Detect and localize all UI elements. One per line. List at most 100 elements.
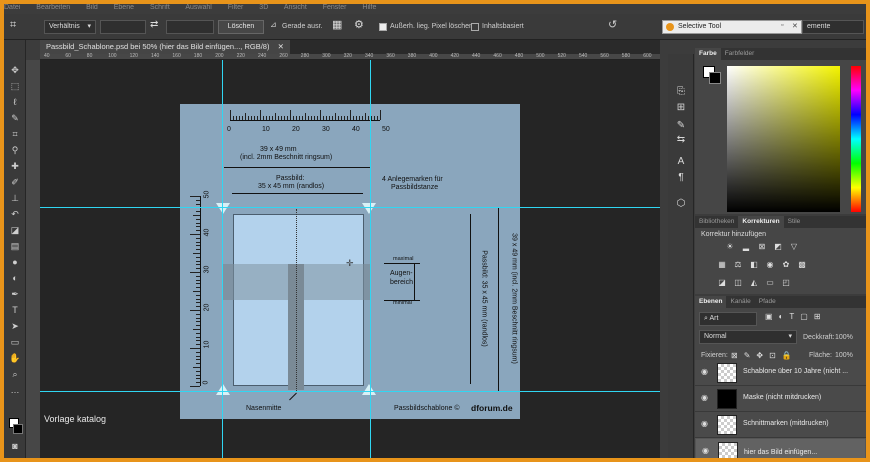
layer-row[interactable]: ◉ Schnittmarken (mitdrucken) — [695, 412, 866, 438]
menu-bearbeiten[interactable]: Bearbeiten — [36, 4, 70, 11]
black-white-icon[interactable]: ◧ — [749, 260, 759, 270]
history-brush-icon[interactable]: ↶ — [8, 208, 22, 220]
undo-icon[interactable]: ↺ — [608, 18, 617, 31]
menu-bild[interactable]: Bild — [86, 4, 98, 11]
eye-icon[interactable]: ◉ — [701, 420, 711, 428]
guide-vertical-1[interactable] — [222, 60, 223, 458]
stamp-tool-icon[interactable]: ⊥ — [8, 192, 22, 204]
opacity-value[interactable]: 100% — [835, 334, 853, 341]
lock-icons[interactable]: ⊠✎✥⊡🔒 — [731, 351, 798, 360]
menu-3d[interactable]: 3D — [259, 4, 268, 11]
vibrance-icon[interactable]: ▽ — [789, 242, 799, 252]
menu-datei[interactable]: Datei — [4, 4, 20, 11]
layer-row[interactable]: ◉ Maske (nicht mitdrucken) — [695, 386, 866, 412]
menu-hilfe[interactable]: Hilfe — [362, 4, 376, 11]
menu-ebene[interactable]: Ebene — [114, 4, 134, 11]
lasso-tool-icon[interactable]: ℓ — [8, 96, 22, 108]
path-select-icon[interactable]: ➤ — [8, 320, 22, 332]
tab-kanaele[interactable]: Kanäle — [726, 296, 754, 308]
brush-panel-icon[interactable]: ✎ — [674, 120, 688, 132]
curves-icon[interactable]: ⊠ — [757, 242, 767, 252]
hue-slider[interactable] — [851, 66, 861, 212]
close-tab-icon[interactable]: ✕ — [278, 42, 284, 51]
layer-filter-icons[interactable]: ▣◐T▢⊞ — [765, 312, 827, 321]
exposure-icon[interactable]: ◩ — [773, 242, 783, 252]
shape-tool-icon[interactable]: ▭ — [8, 336, 22, 348]
clear-button[interactable]: Löschen — [218, 20, 264, 34]
tab-farbfelder[interactable]: Farbfelder — [721, 48, 759, 60]
dodge-tool-icon[interactable]: ◐ — [8, 272, 22, 284]
blend-mode-select[interactable]: Normal ▾ — [699, 330, 797, 344]
character-panel-icon[interactable]: A — [674, 156, 688, 168]
guide-horizontal-2[interactable] — [40, 391, 660, 392]
photo-filter-icon[interactable]: ◉ — [765, 260, 775, 270]
adjustments-panel-icon[interactable]: ⇆ — [674, 134, 688, 146]
channel-mixer-icon[interactable]: ✿ — [781, 260, 791, 270]
color-picker-field[interactable] — [727, 66, 840, 212]
selective-color-icon[interactable]: ◰ — [781, 278, 791, 288]
menu-auswahl[interactable]: Auswahl — [185, 4, 211, 11]
3d-panel-icon[interactable]: ⬡ — [674, 198, 688, 210]
blur-tool-icon[interactable]: ● — [8, 256, 22, 268]
vertical-ruler[interactable] — [26, 60, 40, 458]
color-balance-icon[interactable]: ⚖ — [733, 260, 743, 270]
gradient-tool-icon[interactable]: ▤ — [8, 240, 22, 252]
pen-tool-icon[interactable]: ✒ — [8, 288, 22, 300]
tab-pfade[interactable]: Pfade — [755, 296, 780, 308]
ratio-select[interactable]: Verhältnis ▾ — [44, 20, 96, 34]
type-tool-icon[interactable]: T — [8, 304, 22, 316]
tab-korrekturen[interactable]: Korrekturen — [738, 216, 784, 228]
layer-filter-select[interactable]: ⌕ Art — [699, 312, 757, 326]
color-lookup-icon[interactable]: ▩ — [797, 260, 807, 270]
panel-bg-swatch[interactable] — [709, 72, 721, 84]
paragraph-panel-icon[interactable]: ¶ — [674, 172, 688, 184]
close-icon[interactable]: ✕ — [792, 22, 798, 30]
crop-tool-icon[interactable]: ⌗ — [8, 128, 22, 140]
move-tool-icon[interactable]: ✥ — [8, 64, 22, 76]
tab-bibliotheken[interactable]: Bibliotheken — [695, 216, 738, 228]
minimize-icon[interactable]: ▫ — [781, 22, 783, 29]
healing-tool-icon[interactable]: ✚ — [8, 160, 22, 172]
history-panel-icon[interactable]: ⎘ — [674, 86, 688, 98]
quick-select-tool-icon[interactable]: ✎ — [8, 112, 22, 124]
menu-ansicht[interactable]: Ansicht — [284, 4, 307, 11]
more-tools-icon[interactable]: … — [8, 384, 22, 396]
workspace-select[interactable]: emente — [802, 20, 864, 34]
posterize-icon[interactable]: ◫ — [733, 278, 743, 288]
straighten-icon[interactable]: ⊿ — [270, 20, 277, 29]
layer-row[interactable]: ◉ Schablone über 10 Jahre (nicht ... — [695, 360, 866, 386]
menu-fenster[interactable]: Fenster — [323, 4, 347, 11]
gradient-map-icon[interactable]: ▭ — [765, 278, 775, 288]
marquee-tool-icon[interactable]: ⬚ — [8, 80, 22, 92]
invert-icon[interactable]: ◪ — [717, 278, 727, 288]
levels-icon[interactable]: ▂ — [741, 242, 751, 252]
width-input[interactable] — [100, 20, 146, 34]
crop-tool-icon[interactable]: ⌗ — [10, 19, 16, 32]
quick-mask-icon[interactable]: ◙ — [8, 440, 22, 452]
fill-value[interactable]: 100% — [835, 352, 853, 359]
document-tab[interactable]: Passbild_Schablone.psd bei 50% (hier das… — [40, 40, 290, 54]
eyedropper-tool-icon[interactable]: ⚲ — [8, 144, 22, 156]
hue-saturation-icon[interactable]: ▦ — [717, 260, 727, 270]
eye-icon[interactable]: ◉ — [702, 447, 712, 455]
tab-stile[interactable]: Stile — [784, 216, 805, 228]
content-aware-checkbox[interactable] — [471, 23, 479, 31]
grid-overlay-icon[interactable]: ▦ — [332, 18, 342, 31]
eye-icon[interactable]: ◉ — [701, 368, 711, 376]
background-color-swatch[interactable] — [13, 424, 23, 434]
guide-vertical-2[interactable] — [370, 60, 371, 458]
menu-schrift[interactable]: Schrift — [150, 4, 170, 11]
zoom-tool-icon[interactable]: ⌕ — [8, 368, 22, 380]
height-input[interactable] — [166, 20, 214, 34]
brush-tool-icon[interactable]: ✐ — [8, 176, 22, 188]
layer-row-selected[interactable]: ◉ hier das Bild einfügen... — [695, 438, 866, 458]
tab-farbe[interactable]: Farbe — [695, 48, 721, 60]
brightness-icon[interactable]: ☀ — [725, 242, 735, 252]
swap-icon[interactable]: ⇄ — [150, 19, 158, 30]
tab-ebenen[interactable]: Ebenen — [695, 296, 727, 308]
delete-cropped-checkbox[interactable] — [379, 23, 387, 31]
guide-horizontal-1[interactable] — [40, 207, 660, 208]
menu-filter[interactable]: Filter — [228, 4, 244, 11]
eye-icon[interactable]: ◉ — [701, 394, 711, 402]
hand-tool-icon[interactable]: ✋ — [8, 352, 22, 364]
